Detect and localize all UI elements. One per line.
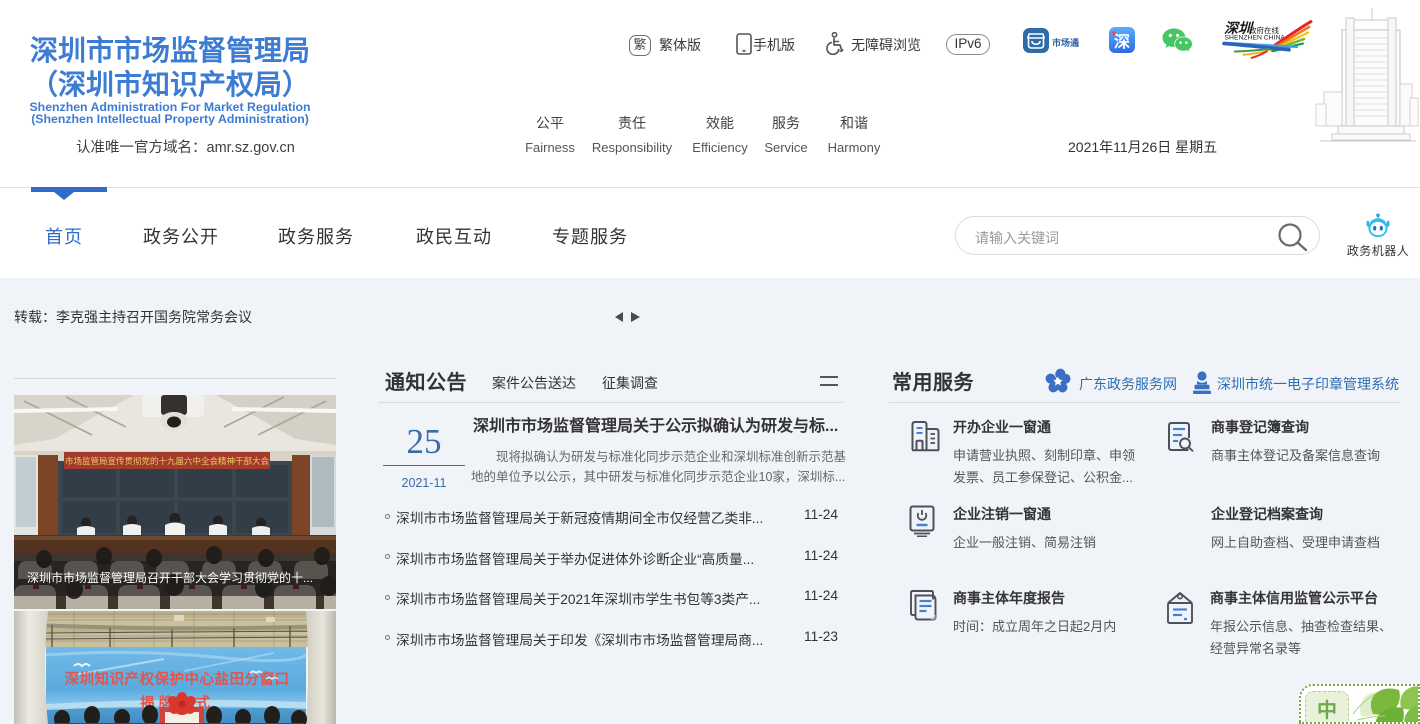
svg-text:SHENZHEN CHINA: SHENZHEN CHINA (1225, 35, 1286, 42)
svg-text:深: 深 (1114, 32, 1130, 51)
svg-text:政府在线: 政府在线 (1249, 25, 1279, 35)
svg-text:市场监管局宣传贯彻党的十九届六中全会精神干部大会: 市场监管局宣传贯彻党的十九届六中全会精神干部大会 (65, 456, 270, 466)
